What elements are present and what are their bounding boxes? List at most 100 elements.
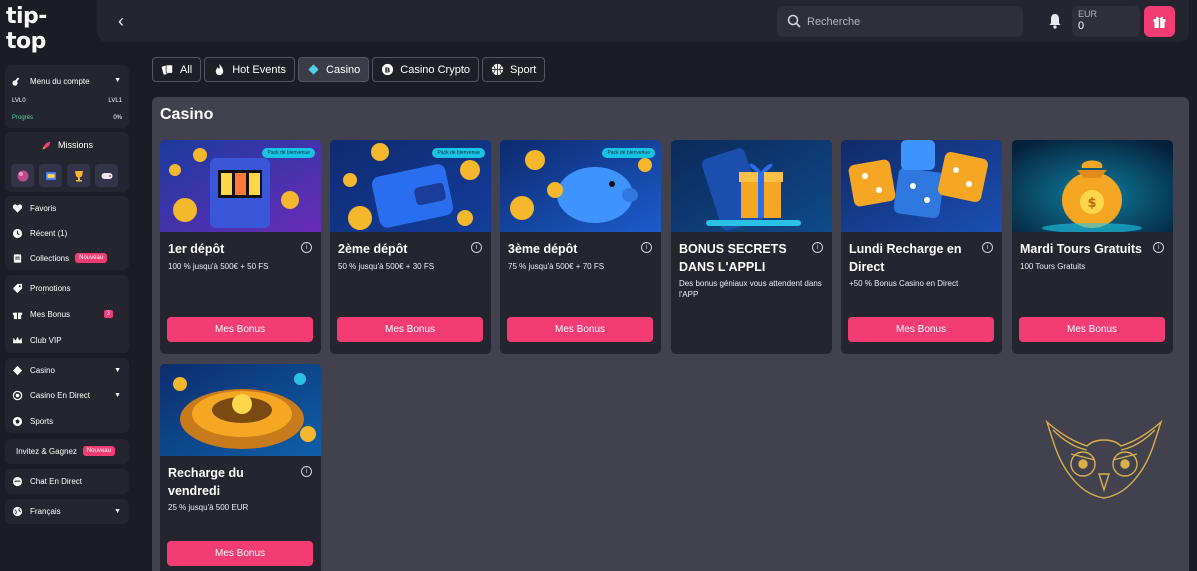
tab-casino-crypto[interactable]: B Casino Crypto [372,57,479,82]
chevron-down-icon: ▼ [114,77,121,84]
roulette-image [160,364,321,456]
sidebar: Menu du compte ▼ LVL0 LVL1 Progrès 0% Mi… [5,63,129,571]
sidebar-item-casino-en-direct[interactable]: Casino En Direct [11,387,90,403]
sidebar-item-casino[interactable]: Casino [11,362,55,378]
quick-links-block: Favoris Récent (1) Collections Nouveau [5,196,129,270]
language-selector[interactable]: Français [11,503,61,519]
mission-trophy-icon[interactable] [67,164,90,187]
mes-bonus-button[interactable]: Mes Bonus [507,317,653,342]
sidebar-item-recent[interactable]: Récent (1) [11,225,67,241]
card-description: 100 Tours Gratuits [1020,262,1086,271]
tab-label: Sport [510,63,537,76]
sidebar-item-club-vip[interactable]: Club VIP [11,332,62,348]
mission-gamepad-icon[interactable] [95,164,118,187]
tab-casino[interactable]: Casino [298,57,370,82]
search-input[interactable] [807,10,1007,33]
bonus-count-badge: 3 [103,310,113,318]
balance-value: 0 [1078,20,1085,32]
bonus-card-recharge-vendredi[interactable]: Recharge du vendredi i 25 % jusqu'à 500 … [160,364,321,571]
category-tabs: All Hot Events Casino B Casino Crypto Sp… [152,57,546,82]
sidebar-item-mes-bonus[interactable]: Mes Bonus 3 [11,306,121,322]
account-menu[interactable]: Menu du compte [11,73,90,89]
language-label: Français [30,506,61,516]
mes-bonus-button[interactable]: Mes Bonus [337,317,483,342]
tab-all[interactable]: All [152,57,202,82]
info-icon[interactable]: i [301,466,312,477]
top-bar: ‹ EUR 0 [97,0,1189,42]
diamond-icon [11,364,23,376]
key-icon [11,75,23,87]
bonus-card-mardi-tours[interactable]: $ Mardi Tours Gratuits i 100 Tours Gratu… [1012,140,1173,354]
sidebar-item-label: Collections [30,253,70,263]
invite-item[interactable]: Invitez & Gagnez Nouveau [16,443,115,459]
card-title: Lundi Recharge en Direct [849,242,962,274]
svg-text:$: $ [1087,196,1096,211]
bitcoin-icon: B [382,63,394,76]
missions-label: Missions [57,140,93,150]
sidebar-item-favoris[interactable]: Favoris [11,200,56,216]
card-description: 25 % jusqu'à 500 EUR [168,503,249,512]
tab-sport[interactable]: Sport [482,57,546,82]
info-icon[interactable]: i [1153,242,1164,253]
account-block: Menu du compte ▼ LVL0 LVL1 Progrès 0% [5,65,129,128]
casino-panel: Casino Pack de bienvenue 1er dépôt i 100… [152,97,1189,571]
card-title: 1er dépôt [168,242,225,256]
sidebar-item-sports[interactable]: Sports [11,413,53,429]
mes-bonus-button[interactable]: Mes Bonus [167,317,313,342]
bonus-card-2eme-depot[interactable]: Pack de bienvenue 2ème dépôt i 50 % jusq… [330,140,491,354]
bonus-card-3eme-depot[interactable]: Pack de bienvenue 3ème dépôt i 75 % jusq… [500,140,661,354]
svg-text:B: B [385,65,391,74]
mes-bonus-button[interactable]: Mes Bonus [848,317,994,342]
bonus-card-lundi-recharge[interactable]: Lundi Recharge en Direct i +50 % Bonus C… [841,140,1002,354]
missions-block[interactable]: Missions [5,132,129,192]
info-icon[interactable]: i [641,242,652,253]
info-icon[interactable]: i [301,242,312,253]
bell-icon[interactable] [1047,12,1063,30]
mes-bonus-button[interactable]: Mes Bonus [167,541,313,566]
sidebar-item-label: Favoris [30,203,57,213]
gift-button[interactable] [1144,6,1175,37]
tag-icon [11,282,23,294]
mission-ball-icon[interactable] [11,164,34,187]
tab-label: Casino [326,63,361,76]
search-box[interactable] [777,6,1023,37]
chat-block[interactable]: Chat En Direct [5,469,129,494]
card-description: 50 % jusqu'à 500€ + 30 FS [338,262,435,271]
card-title: Mardi Tours Gratuits [1020,242,1143,256]
rocket-icon [41,140,52,151]
bonus-card-secrets-appli[interactable]: BONUS SECRETS DANS L'APPLI i Des bonus g… [671,140,832,354]
site-logo[interactable]: tip-top [6,4,86,54]
owl-watermark [1045,419,1163,499]
account-menu-label: Menu du compte [30,76,90,86]
back-button[interactable]: ‹ [111,9,131,33]
chevron-down-icon: ▼ [114,508,121,515]
new-badge: Nouveau [82,446,115,456]
sidebar-item-collections[interactable]: Collections Nouveau [11,250,108,266]
mission-slot-icon[interactable] [39,164,62,187]
card-title: 3ème dépôt [508,242,578,256]
mes-bonus-button[interactable]: Mes Bonus [1019,317,1165,342]
heart-icon [11,202,23,214]
info-icon[interactable]: i [812,242,823,253]
tab-hot-events[interactable]: Hot Events [204,57,296,82]
ball-icon [491,63,504,76]
money-bag-image: $ [1012,140,1173,232]
info-icon[interactable]: i [982,242,993,253]
invite-block[interactable]: Invitez & Gagnez Nouveau [5,439,129,464]
cards-icon [161,64,173,75]
language-block[interactable]: Français ▼ [5,499,129,524]
promo-block: Promotions Mes Bonus 3 Club VIP [5,275,129,353]
sidebar-item-label: Mes Bonus [30,309,71,319]
currency-selector[interactable]: EUR 0 [1072,6,1140,37]
sidebar-item-label: Casino [30,365,55,375]
welcome-pack-badge: Pack de bienvenue [432,148,485,158]
chevron-down-icon: ▼ [114,392,121,399]
crown-icon [11,334,23,346]
info-icon[interactable]: i [471,242,482,253]
bonus-card-1er-depot[interactable]: Pack de bienvenue 1er dépôt i 100 % jusq… [160,140,321,354]
page-title: Casino [160,106,214,123]
chat-item[interactable]: Chat En Direct [11,473,82,489]
tab-label: Casino Crypto [400,63,470,76]
sidebar-item-promotions[interactable]: Promotions [11,280,70,296]
welcome-pack-badge: Pack de bienvenue [262,148,315,158]
